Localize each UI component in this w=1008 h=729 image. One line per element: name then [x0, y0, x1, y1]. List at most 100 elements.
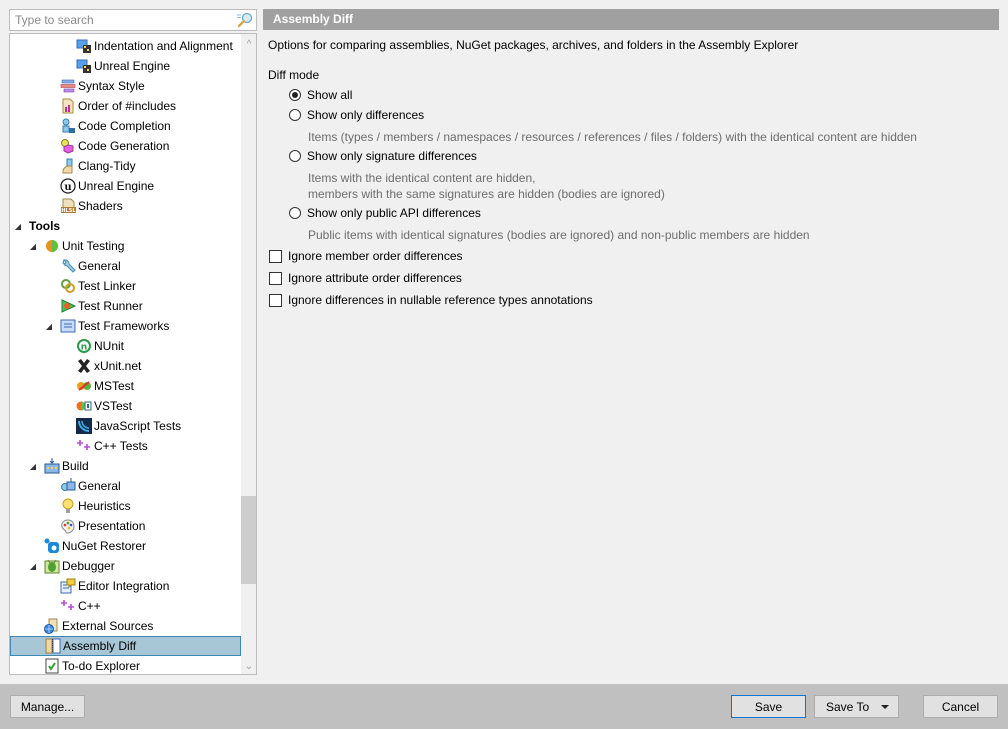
expand-toggle-icon[interactable]: ◢	[13, 221, 23, 231]
checkbox-ignore-member-order[interactable]: Ignore member order differences	[269, 249, 463, 263]
tree-scrollbar[interactable]: ^ ⌄	[241, 34, 256, 674]
tree-item[interactable]: Heuristics	[10, 496, 241, 516]
search-input[interactable]	[10, 10, 234, 30]
expand-toggle-icon[interactable]: ◢	[28, 241, 38, 251]
hint-signature-line-2: members with the same signatures are hid…	[308, 187, 665, 201]
tree-item[interactable]: C++	[10, 596, 241, 616]
indentation-icon	[76, 58, 92, 74]
settings-tree: Indentation and Alignment Unreal Engine Sy…	[9, 33, 257, 675]
tree-item[interactable]: Indentation and Alignment	[10, 36, 241, 56]
radio-button[interactable]	[289, 109, 301, 121]
tree-item[interactable]: ◢ Debugger	[10, 556, 241, 576]
order-includes-icon	[60, 98, 76, 114]
checkbox-ignore-nullable-annotations[interactable]: Ignore differences in nullable reference…	[269, 293, 593, 307]
tree-item[interactable]: Syntax Style	[10, 76, 241, 96]
dialog-footer: Manage... Save Save To Cancel	[0, 684, 1008, 729]
tree-item[interactable]: Order of #includes	[10, 96, 241, 116]
palette-icon	[60, 518, 76, 534]
tree-item[interactable]: General	[10, 256, 241, 276]
debugger-icon	[44, 558, 60, 574]
cpp-icon	[60, 598, 76, 614]
radio-show-only-differences[interactable]: Show only differences	[289, 108, 424, 122]
assembly-diff-icon	[45, 638, 61, 654]
tree-item-label: To-do Explorer	[62, 659, 141, 673]
radio-show-only-signature-differences[interactable]: Show only signature differences	[289, 149, 477, 163]
radio-show-only-public-api-differences[interactable]: Show only public API differences	[289, 206, 481, 220]
manage-button[interactable]: Manage...	[10, 695, 85, 718]
cancel-button[interactable]: Cancel	[923, 695, 998, 718]
tree-item[interactable]: xUnit.net	[10, 356, 241, 376]
tree-item[interactable]: ◢ Test Frameworks	[10, 316, 241, 336]
tree-item-label: Clang-Tidy	[78, 159, 136, 173]
clang-tidy-icon	[60, 158, 76, 174]
hint-show-only-differences: Items (types / members / namespaces / re…	[308, 130, 917, 144]
scroll-up-icon[interactable]: ^	[241, 36, 256, 52]
radio-button[interactable]	[289, 89, 301, 101]
external-sources-icon	[44, 618, 60, 634]
tree-item-label: MSTest	[94, 379, 135, 393]
radio-show-all[interactable]: Show all	[289, 88, 352, 102]
checkbox-ignore-attribute-order[interactable]: Ignore attribute order differences	[269, 271, 462, 285]
tree-item[interactable]: Assembly Diff	[10, 636, 241, 656]
checkbox[interactable]	[269, 249, 282, 263]
tree-item[interactable]: MSTest	[10, 376, 241, 396]
code-generation-icon	[60, 138, 76, 154]
tree-item[interactable]: HLSL Shaders	[10, 196, 241, 216]
tree-item[interactable]: NuGet Restorer	[10, 536, 241, 556]
tree-item[interactable]: JavaScript Tests	[10, 416, 241, 436]
search-box	[9, 9, 257, 31]
tree-item[interactable]: ◢ Build	[10, 456, 241, 476]
checkbox[interactable]	[269, 271, 282, 285]
scrollbar-thumb[interactable]	[241, 496, 256, 584]
nunit-icon: n	[76, 338, 92, 354]
test-linker-icon	[60, 278, 76, 294]
tree-item[interactable]: Code Completion	[10, 116, 241, 136]
radio-button[interactable]	[289, 150, 301, 162]
expand-toggle-icon[interactable]: ◢	[44, 321, 54, 331]
radio-label: Show all	[307, 88, 353, 102]
checkbox-label: Ignore member order differences	[288, 249, 463, 263]
tree-item[interactable]: Unreal Engine	[10, 56, 241, 76]
tree-item[interactable]: Clang-Tidy	[10, 156, 241, 176]
tree-item[interactable]: u Unreal Engine	[10, 176, 241, 196]
tree-item-label: Tools	[29, 219, 61, 233]
radio-button[interactable]	[289, 207, 301, 219]
hint-public-api: Public items with identical signatures (…	[308, 228, 810, 242]
page-description: Options for comparing assemblies, NuGet …	[268, 38, 799, 52]
tree-item-label: Unreal Engine	[94, 59, 171, 73]
tree-item[interactable]: Editor Integration	[10, 576, 241, 596]
nuget-icon	[44, 538, 60, 554]
tree-item-label: Test Runner	[78, 299, 143, 313]
syntax-style-icon	[60, 78, 76, 94]
tree-item[interactable]: C++ Tests	[10, 436, 241, 456]
build-general-icon	[60, 478, 76, 494]
tree-item-label: VSTest	[94, 399, 133, 413]
tree-item-label: C++	[78, 599, 101, 613]
build-icon	[44, 458, 60, 474]
tree-item[interactable]: n NUnit	[10, 336, 241, 356]
tree-item[interactable]: ◢ Unit Testing	[10, 236, 241, 256]
tree-item-label: NuGet Restorer	[62, 539, 147, 553]
expand-toggle-icon[interactable]: ◢	[28, 561, 38, 571]
indentation-icon	[76, 38, 92, 54]
unit-testing-icon	[44, 238, 60, 254]
tree-item[interactable]: External Sources	[10, 616, 241, 636]
tree-item[interactable]: General	[10, 476, 241, 496]
expand-toggle-icon[interactable]: ◢	[28, 461, 38, 471]
checkbox[interactable]	[269, 293, 282, 307]
tree-item[interactable]: ◢ Tools	[10, 216, 241, 236]
tree-item[interactable]: VSTest	[10, 396, 241, 416]
save-button[interactable]: Save	[731, 695, 806, 718]
hlsl-icon: HLSL	[60, 198, 76, 214]
dropdown-arrow-icon[interactable]	[881, 705, 889, 709]
scroll-down-icon[interactable]: ⌄	[241, 658, 256, 674]
tree-item[interactable]: Presentation	[10, 516, 241, 536]
javascript-tests-icon	[76, 418, 92, 434]
tree-item[interactable]: Code Generation	[10, 136, 241, 156]
tree-item[interactable]: Test Runner	[10, 296, 241, 316]
search-options-icon[interactable]	[236, 12, 254, 28]
save-to-label: Save To	[826, 699, 870, 714]
tree-item[interactable]: Test Linker	[10, 276, 241, 296]
save-to-button[interactable]: Save To	[814, 695, 899, 718]
tree-item[interactable]: To-do Explorer	[10, 656, 241, 674]
